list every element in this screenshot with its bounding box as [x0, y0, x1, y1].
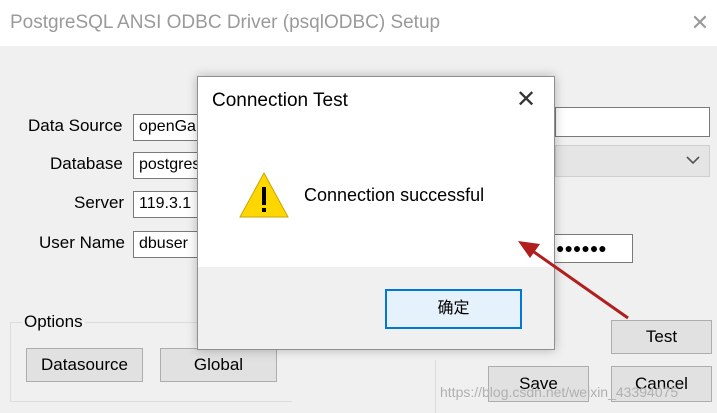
password-input[interactable]: ●●●●●●: [550, 234, 633, 263]
separator: [435, 360, 436, 413]
datasource-button[interactable]: Datasource: [26, 348, 143, 382]
dialog-close-button[interactable]: ✕: [516, 88, 536, 112]
connection-test-dialog: Connection Test ✕ Connection successful …: [197, 76, 555, 350]
watermark-text: https://blog.csdn.net/weixin_43394075: [440, 384, 679, 400]
ssl-mode-dropdown[interactable]: [555, 145, 710, 177]
description-input[interactable]: [555, 107, 710, 137]
setup-titlebar: PostgreSQL ANSI ODBC Driver (psqlODBC) S…: [0, 0, 717, 46]
database-label: Database: [50, 154, 123, 173]
server-label: Server: [74, 193, 125, 212]
options-group-label: Options: [22, 312, 85, 332]
chevron-down-icon: [685, 150, 701, 171]
data-source-label: Data Source: [28, 116, 123, 135]
dialog-message: Connection successful: [304, 185, 485, 205]
setup-window-title: PostgreSQL ANSI ODBC Driver (psqlODBC) S…: [10, 12, 441, 33]
test-button[interactable]: Test: [611, 320, 712, 354]
dialog-title: Connection Test: [212, 90, 348, 111]
user-name-label: User Name: [39, 233, 125, 252]
setup-close-button[interactable]: ✕: [688, 12, 712, 36]
ok-button[interactable]: 确定: [385, 289, 522, 329]
warning-icon: [238, 171, 290, 219]
global-button[interactable]: Global: [160, 348, 277, 382]
